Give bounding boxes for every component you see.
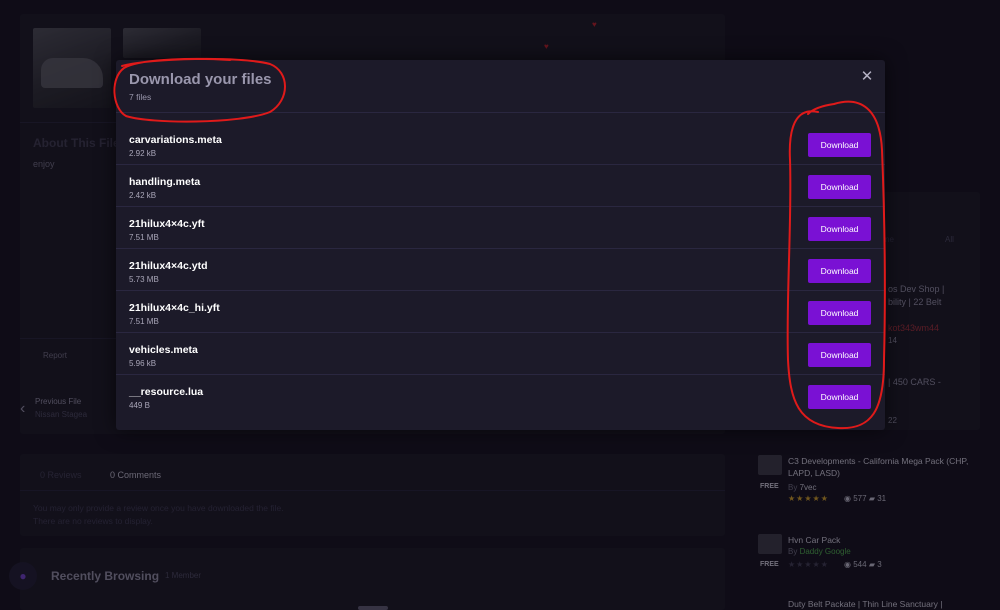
download-button[interactable]: Download [808,217,871,241]
download-button[interactable]: Download [808,259,871,283]
download-button[interactable]: Download [808,133,871,157]
file-name: vehicles.meta [129,344,198,356]
file-name: 21hilux4×4c_hi.yft [129,302,220,314]
file-row: 21hilux4×4c_hi.yft 7.51 MB Download [116,291,885,333]
close-icon[interactable]: ✕ [858,68,876,86]
download-button[interactable]: Download [808,301,871,325]
file-size: 5.96 kB [129,359,157,368]
file-size: 2.92 kB [129,149,157,158]
download-button[interactable]: Download [808,175,871,199]
file-size: 7.51 MB [129,233,159,242]
file-size: 7.51 MB [129,317,159,326]
file-name: __resource.lua [129,386,204,398]
file-size: 449 B [129,401,150,410]
file-row: 21hilux4×4c.ytd 5.73 MB Download [116,249,885,291]
file-row: carvariations.meta 2.92 kB Download [116,123,885,165]
download-button[interactable]: Download [808,385,871,409]
file-name: 21hilux4×4c.ytd [129,260,208,272]
file-name: handling.meta [129,176,201,188]
file-size: 2.42 kB [129,191,157,200]
dialog-header: Download your files 7 files ✕ [116,60,885,113]
file-row: vehicles.meta 5.96 kB Download [116,333,885,375]
dialog-title: Download your files [129,71,272,88]
file-name: carvariations.meta [129,134,222,146]
file-row: 21hilux4×4c.yft 7.51 MB Download [116,207,885,249]
file-row: __resource.lua 449 B Download [116,375,885,417]
file-row: handling.meta 2.42 kB Download [116,165,885,207]
file-size: 5.73 MB [129,275,159,284]
file-count: 7 files [129,92,152,102]
download-button[interactable]: Download [808,343,871,367]
file-name: 21hilux4×4c.yft [129,218,205,230]
download-files-dialog: Download your files 7 files ✕ carvariati… [116,60,885,430]
